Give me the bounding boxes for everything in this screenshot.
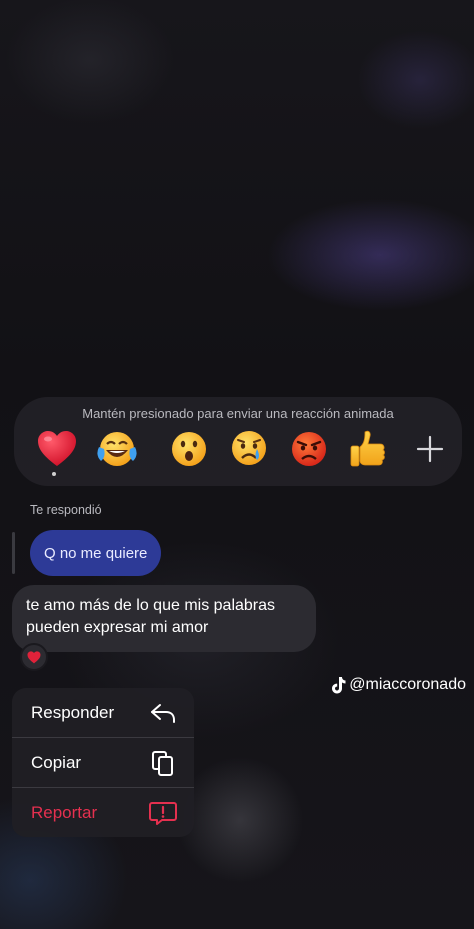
watermark: @miaccoronado	[330, 676, 466, 694]
report-label: Reportar	[31, 802, 98, 822]
surprised-emoji[interactable]	[168, 428, 210, 470]
angry-emoji[interactable]	[288, 428, 330, 470]
thumbs-up-icon	[350, 430, 385, 467]
plus-icon	[416, 435, 444, 463]
angry-icon	[292, 432, 326, 466]
tiktok-icon	[332, 677, 346, 694]
surprised-icon	[172, 432, 206, 466]
reply-menu-item[interactable]: Responder	[12, 688, 194, 737]
report-menu-item[interactable]: Reportar	[12, 788, 194, 837]
tears-of-joy-emoji[interactable]	[96, 428, 138, 470]
crying-emoji[interactable]	[228, 428, 270, 470]
reply-caption: Te respondió	[30, 503, 102, 517]
reaction-bar: Mantén presionado para enviar una reacci…	[14, 397, 462, 486]
heart-icon	[27, 650, 41, 663]
reaction-hint: Mantén presionado para enviar una reacci…	[82, 406, 394, 421]
tears-of-joy-icon	[97, 432, 137, 466]
emoji-row	[36, 428, 442, 470]
replied-message-bubble[interactable]: Q no me quiere	[30, 530, 162, 576]
message-text-line-1: te amo más de lo que mis palabras	[26, 597, 276, 614]
reply-label: Responder	[31, 702, 115, 722]
context-menu: Responder Copiar Reportar	[12, 688, 194, 837]
heart-emoji[interactable]	[36, 428, 78, 470]
reply-indicator-line	[12, 532, 15, 574]
watermark-handle: @miaccoronado	[349, 676, 466, 693]
message-reaction[interactable]	[20, 643, 48, 671]
copy-icon	[152, 751, 173, 776]
more-reactions-button[interactable]	[412, 431, 448, 467]
copy-menu-item[interactable]: Copiar	[12, 738, 194, 787]
crying-icon	[232, 431, 266, 465]
heart-icon	[38, 431, 76, 466]
selected-reaction-indicator	[52, 472, 56, 476]
message-text-line-2: pueden expresar mi amor	[26, 619, 209, 636]
reply-arrow-icon	[151, 704, 175, 723]
copy-label: Copiar	[31, 752, 82, 772]
message-bubble[interactable]: te amo más de lo que mis palabras pueden…	[12, 585, 316, 652]
report-icon	[149, 802, 177, 825]
thumbs-up-emoji[interactable]	[348, 428, 390, 470]
